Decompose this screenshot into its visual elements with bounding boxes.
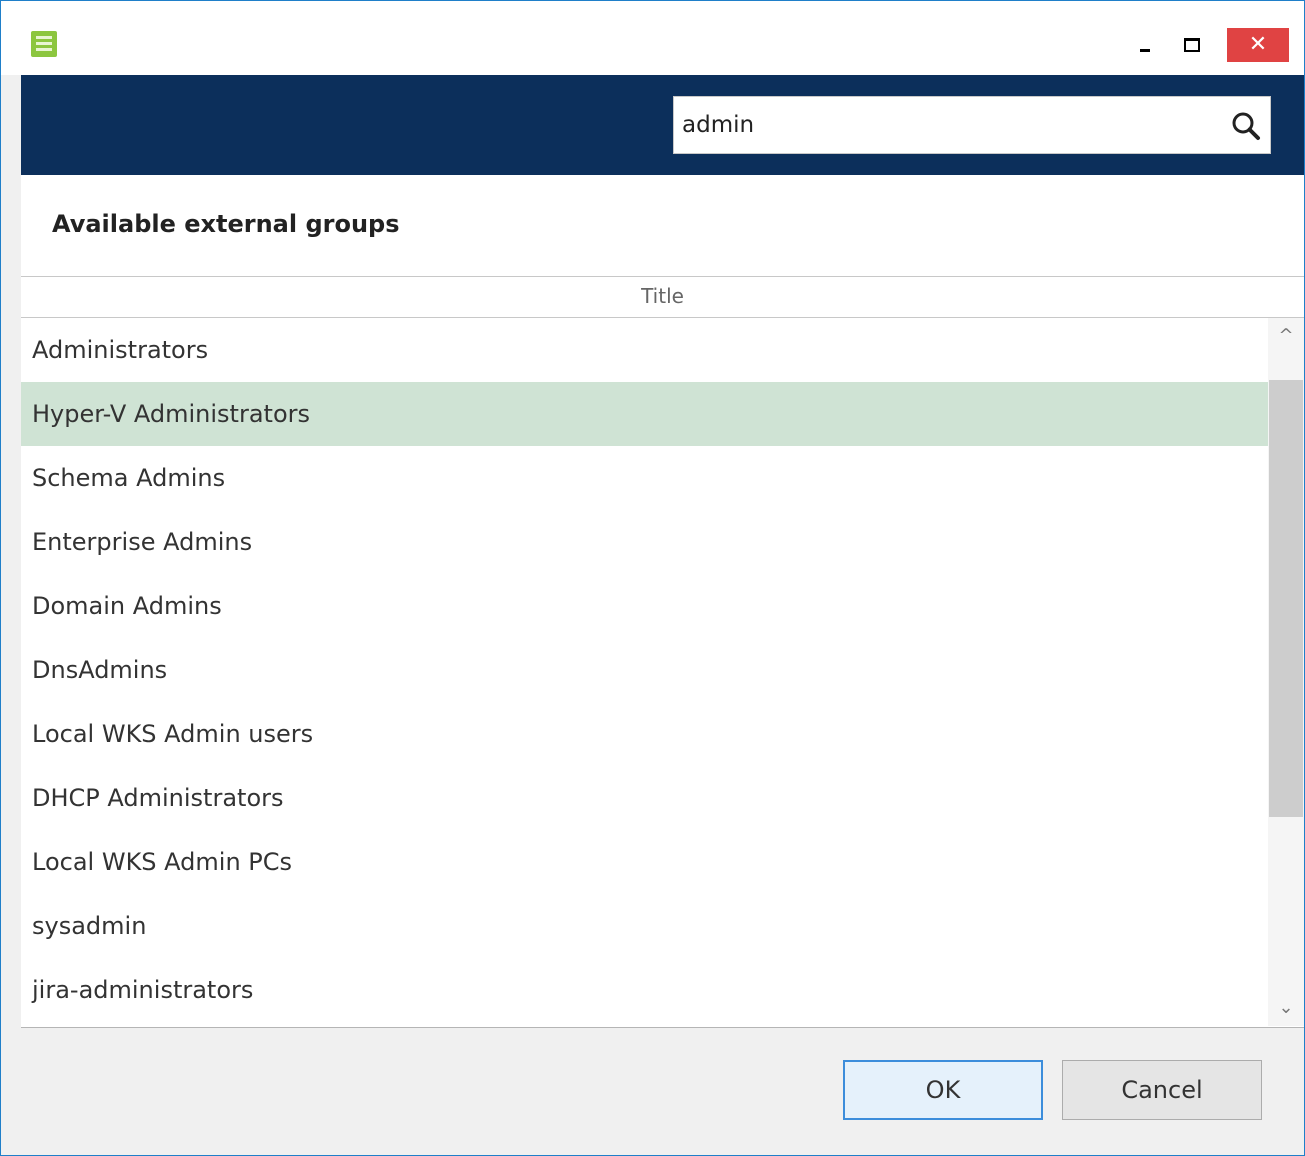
list-item[interactable]: Schema Admins bbox=[21, 446, 1268, 510]
scroll-thumb[interactable] bbox=[1269, 380, 1303, 817]
list-item[interactable]: Local WKS Admin PCs bbox=[21, 830, 1268, 894]
search-header bbox=[21, 75, 1304, 175]
list-item[interactable]: DnsAdmins bbox=[21, 638, 1268, 702]
list-item[interactable]: Local WKS Admin users bbox=[21, 702, 1268, 766]
section-title: Available external groups bbox=[52, 210, 400, 238]
list-app-icon bbox=[31, 31, 57, 57]
list-item[interactable]: Hyper-V Administrators bbox=[21, 382, 1268, 446]
list-item[interactable]: sysadmin bbox=[21, 894, 1268, 958]
list-item[interactable]: Enterprise Admins bbox=[21, 510, 1268, 574]
search-icon[interactable] bbox=[1230, 110, 1262, 142]
search-box[interactable] bbox=[673, 96, 1271, 154]
close-button[interactable]: ✕ bbox=[1227, 28, 1289, 62]
search-input[interactable] bbox=[682, 105, 1222, 145]
ok-button[interactable]: OK bbox=[843, 1060, 1043, 1120]
vertical-scrollbar[interactable]: ^ ⌄ bbox=[1268, 318, 1304, 1026]
list-item[interactable]: jira-administrators bbox=[21, 958, 1268, 1022]
minimize-button[interactable] bbox=[1133, 29, 1159, 61]
column-header-title[interactable]: Title bbox=[21, 276, 1304, 318]
list-item[interactable]: DHCP Administrators bbox=[21, 766, 1268, 830]
list-item[interactable]: Domain Admins bbox=[21, 574, 1268, 638]
groups-panel: Available external groups Title Administ… bbox=[21, 175, 1304, 1027]
list-item[interactable]: Administrators bbox=[21, 318, 1268, 382]
maximize-button[interactable] bbox=[1179, 29, 1205, 61]
scroll-down-icon[interactable]: ⌄ bbox=[1268, 990, 1304, 1026]
title-bar[interactable]: ✕ bbox=[1, 1, 1304, 75]
groups-list: Administrators Hyper-V Administrators Sche… bbox=[21, 318, 1268, 1026]
cancel-button[interactable]: Cancel bbox=[1062, 1060, 1262, 1120]
dialog-window: ✕ Available external groups Title Admini… bbox=[0, 0, 1305, 1156]
dialog-footer: OK Cancel bbox=[21, 1027, 1304, 1155]
scroll-up-icon[interactable]: ^ bbox=[1268, 318, 1304, 354]
